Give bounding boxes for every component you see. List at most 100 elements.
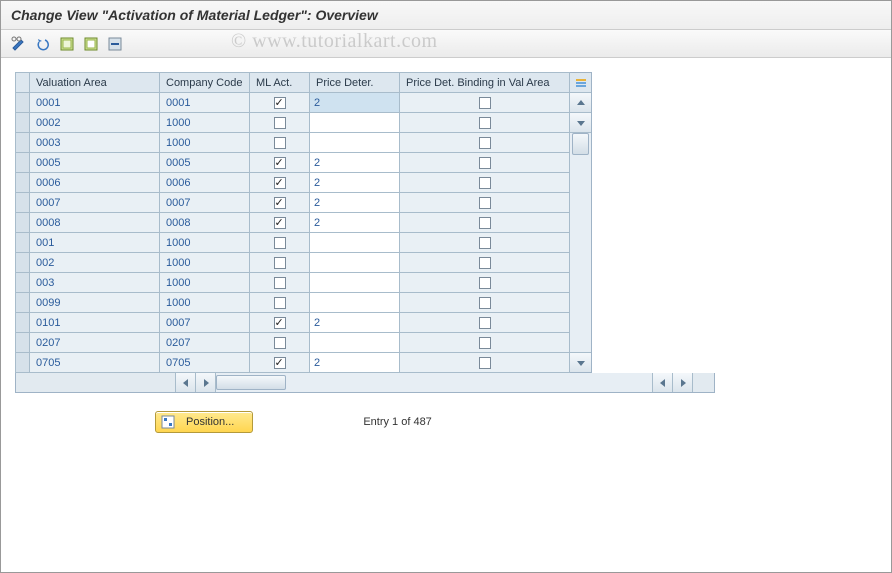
ml-act-checkbox[interactable] (274, 297, 286, 309)
cell-ml-act[interactable] (250, 213, 310, 233)
col-price-binding[interactable]: Price Det. Binding in Val Area (400, 73, 570, 93)
cell-price-binding[interactable] (400, 113, 570, 133)
cell-price-binding[interactable] (400, 93, 570, 113)
row-selector[interactable] (16, 233, 30, 253)
cell-price-binding[interactable] (400, 153, 570, 173)
price-deter-input[interactable] (310, 213, 399, 232)
table-row[interactable]: 00080008 (16, 213, 570, 233)
table-row[interactable]: 00021000 (16, 113, 570, 133)
cell-valuation-area[interactable]: 0101 (30, 313, 160, 333)
cell-valuation-area[interactable]: 0005 (30, 153, 160, 173)
cell-price-binding[interactable] (400, 233, 570, 253)
cell-price-deter[interactable] (310, 133, 400, 153)
ml-act-checkbox[interactable] (274, 237, 286, 249)
cell-price-binding[interactable] (400, 133, 570, 153)
price-binding-checkbox[interactable] (479, 297, 491, 309)
scroll-left-button[interactable] (176, 373, 196, 392)
ml-act-checkbox[interactable] (274, 197, 286, 209)
cell-valuation-area[interactable]: 0008 (30, 213, 160, 233)
row-selector[interactable] (16, 153, 30, 173)
price-binding-checkbox[interactable] (479, 157, 491, 169)
price-binding-checkbox[interactable] (479, 217, 491, 229)
price-binding-checkbox[interactable] (479, 237, 491, 249)
row-selector[interactable] (16, 173, 30, 193)
table-row[interactable]: 0021000 (16, 253, 570, 273)
price-deter-input[interactable] (310, 333, 399, 352)
cell-price-deter[interactable] (310, 293, 400, 313)
price-binding-checkbox[interactable] (479, 137, 491, 149)
cell-price-deter[interactable] (310, 173, 400, 193)
table-row[interactable]: 0031000 (16, 273, 570, 293)
price-binding-checkbox[interactable] (479, 177, 491, 189)
position-button[interactable]: Position... (155, 411, 253, 433)
col-ml-act[interactable]: ML Act. (250, 73, 310, 93)
cell-company-code[interactable]: 0005 (160, 153, 250, 173)
cell-ml-act[interactable] (250, 93, 310, 113)
cell-ml-act[interactable] (250, 353, 310, 373)
col-company-code[interactable]: Company Code (160, 73, 250, 93)
row-selector[interactable] (16, 193, 30, 213)
price-deter-input[interactable] (310, 93, 399, 112)
row-selector[interactable] (16, 213, 30, 233)
table-row[interactable]: 00070007 (16, 193, 570, 213)
price-deter-input[interactable] (310, 153, 399, 172)
cell-company-code[interactable]: 1000 (160, 273, 250, 293)
table-row[interactable]: 00031000 (16, 133, 570, 153)
toggle-display-change-button[interactable] (9, 34, 29, 54)
row-selector[interactable] (16, 253, 30, 273)
cell-price-binding[interactable] (400, 313, 570, 333)
vertical-scrollbar[interactable] (570, 72, 592, 373)
ml-act-checkbox[interactable] (274, 357, 286, 369)
price-deter-input[interactable] (310, 313, 399, 332)
price-binding-checkbox[interactable] (479, 337, 491, 349)
price-binding-checkbox[interactable] (479, 97, 491, 109)
cell-price-binding[interactable] (400, 193, 570, 213)
row-selector[interactable] (16, 113, 30, 133)
ml-act-checkbox[interactable] (274, 217, 286, 229)
price-deter-input[interactable] (310, 233, 399, 252)
ml-act-checkbox[interactable] (274, 277, 286, 289)
row-selector[interactable] (16, 313, 30, 333)
price-deter-input[interactable] (310, 253, 399, 272)
row-selector[interactable] (16, 133, 30, 153)
scroll-up-button[interactable] (570, 93, 591, 113)
cell-price-deter[interactable] (310, 93, 400, 113)
cell-ml-act[interactable] (250, 133, 310, 153)
price-binding-checkbox[interactable] (479, 277, 491, 289)
table-row[interactable]: 00010001 (16, 93, 570, 113)
scroll-down-button[interactable] (570, 352, 591, 372)
price-deter-input[interactable] (310, 113, 399, 132)
cell-valuation-area[interactable]: 0099 (30, 293, 160, 313)
horizontal-scrollbar[interactable] (15, 373, 715, 393)
table-settings-button[interactable] (570, 73, 591, 93)
cell-price-deter[interactable] (310, 353, 400, 373)
row-selector[interactable] (16, 93, 30, 113)
cell-price-binding[interactable] (400, 353, 570, 373)
ml-act-checkbox[interactable] (274, 117, 286, 129)
price-deter-input[interactable] (310, 353, 399, 372)
cell-ml-act[interactable] (250, 233, 310, 253)
price-binding-checkbox[interactable] (479, 317, 491, 329)
col-valuation-area[interactable]: Valuation Area (30, 73, 160, 93)
cell-price-deter[interactable] (310, 253, 400, 273)
cell-valuation-area[interactable]: 0705 (30, 353, 160, 373)
cell-price-deter[interactable] (310, 113, 400, 133)
price-deter-input[interactable] (310, 173, 399, 192)
cell-company-code[interactable]: 1000 (160, 133, 250, 153)
table-row[interactable]: 00991000 (16, 293, 570, 313)
deselect-all-button[interactable] (81, 34, 101, 54)
scroll-left-end-button[interactable] (652, 373, 672, 392)
cell-ml-act[interactable] (250, 273, 310, 293)
cell-valuation-area[interactable]: 0207 (30, 333, 160, 353)
cell-company-code[interactable]: 0001 (160, 93, 250, 113)
ml-act-checkbox[interactable] (274, 177, 286, 189)
ml-act-checkbox[interactable] (274, 137, 286, 149)
cell-ml-act[interactable] (250, 293, 310, 313)
cell-price-binding[interactable] (400, 173, 570, 193)
cell-price-deter[interactable] (310, 193, 400, 213)
cell-price-deter[interactable] (310, 273, 400, 293)
cell-company-code[interactable]: 0705 (160, 353, 250, 373)
ml-act-checkbox[interactable] (274, 337, 286, 349)
cell-price-binding[interactable] (400, 273, 570, 293)
cell-price-deter[interactable] (310, 233, 400, 253)
